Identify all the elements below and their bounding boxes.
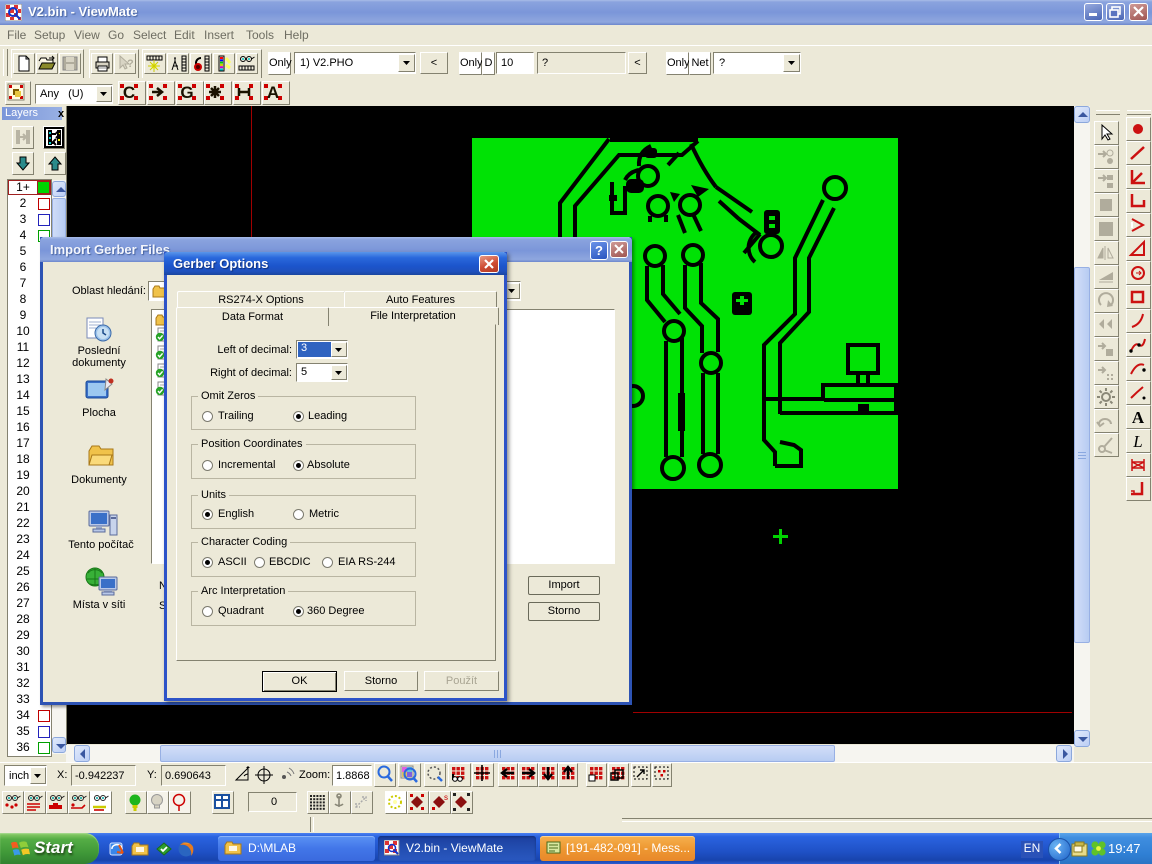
svg-text:G: G (180, 83, 193, 101)
svg-text:s: s (444, 793, 448, 802)
svg-text:A: A (1132, 408, 1145, 427)
svg-text:L: L (1132, 432, 1142, 451)
svg-text:?: ? (127, 58, 134, 70)
svg-text:A: A (267, 83, 279, 101)
svg-text:C: C (123, 83, 135, 101)
